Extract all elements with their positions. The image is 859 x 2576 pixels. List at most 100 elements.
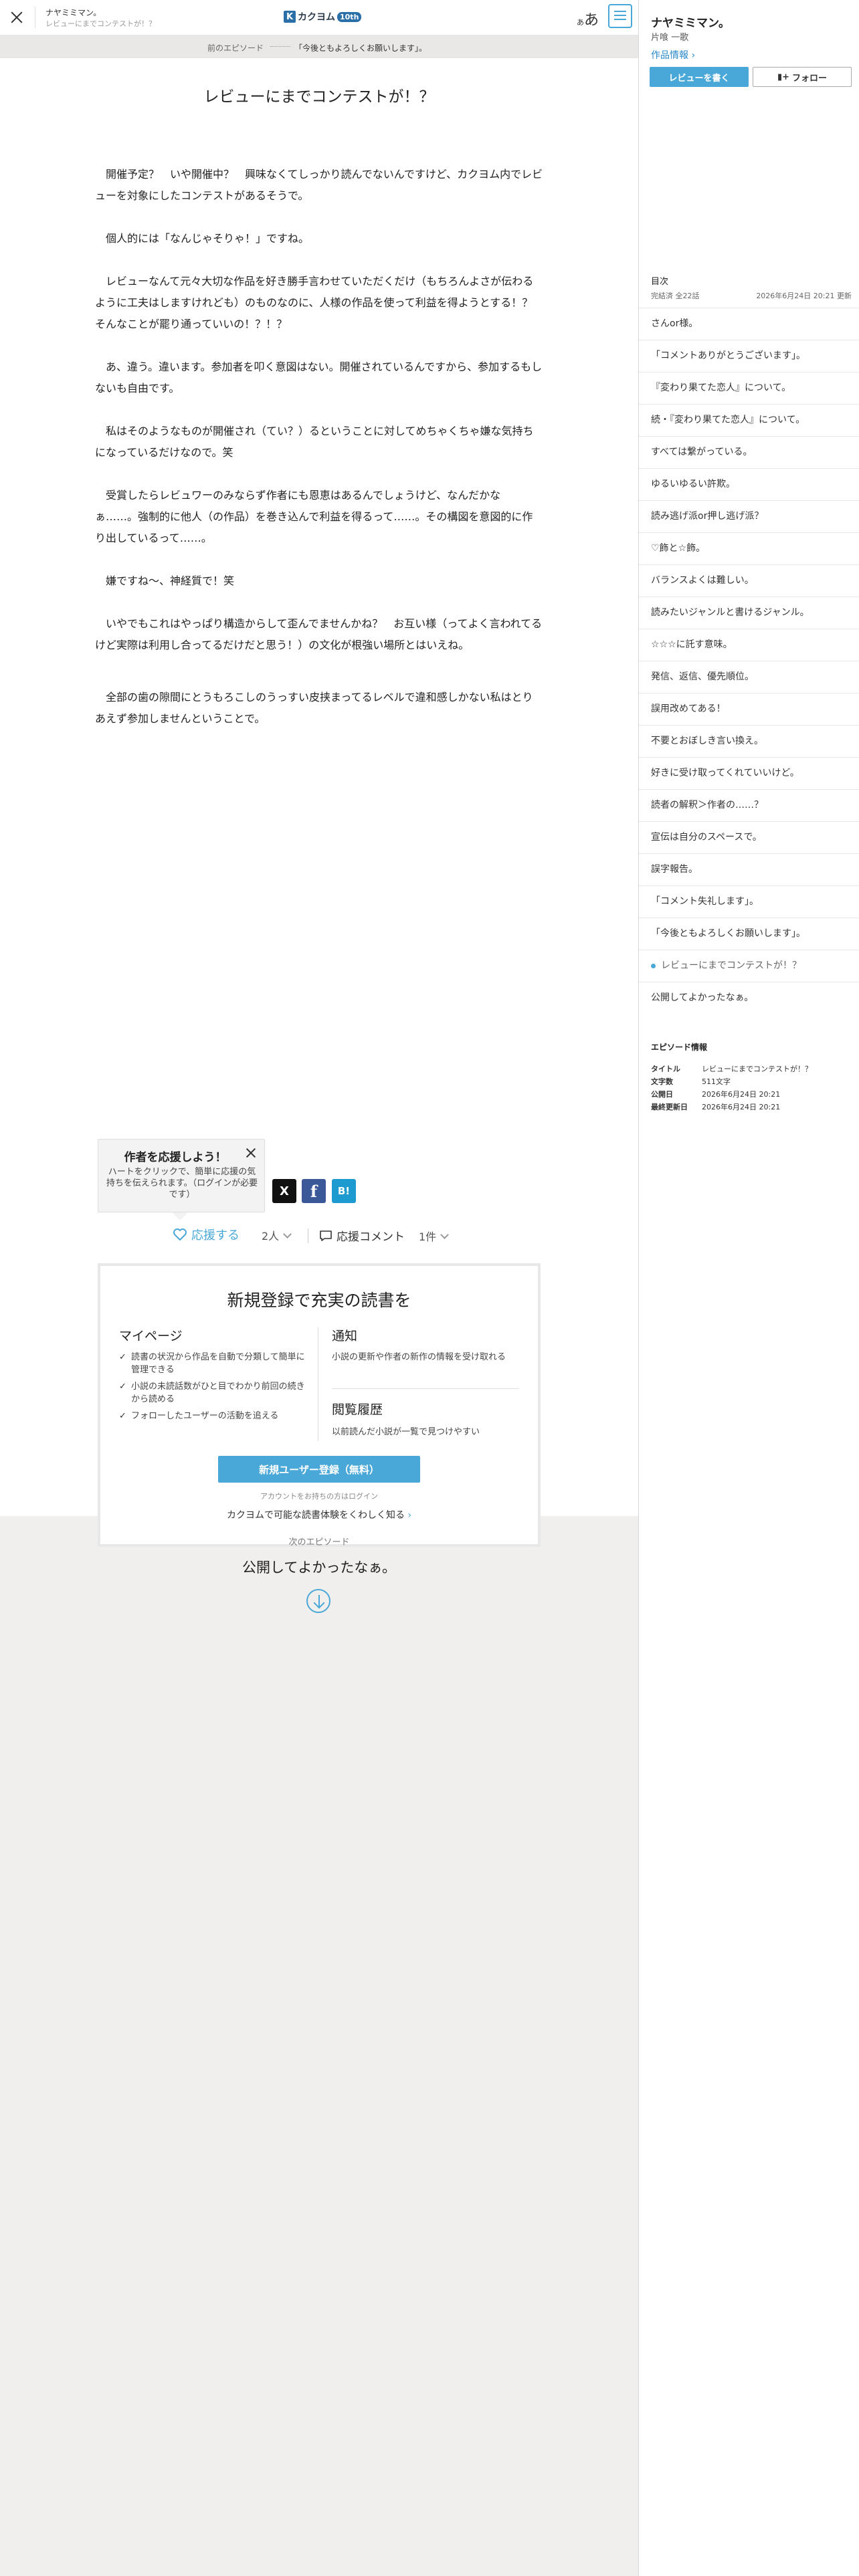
cheer-count-toggle[interactable]: 2人 bbox=[262, 1227, 292, 1243]
write-review-button[interactable]: レビューを書く bbox=[650, 67, 749, 87]
toc-status: 完結済 全22話 bbox=[651, 292, 700, 300]
sidebar: ナヤミミマン。 片喰 一歌 作品情報 › レビューを書く ▮+ フォロー 目次 完… bbox=[638, 0, 859, 2576]
tooltip-tail bbox=[172, 1212, 188, 1220]
learn-more-link[interactable]: カクヨムで可能な読書体験をくわしく知る › bbox=[100, 1508, 538, 1521]
cheer-tooltip: 作者を応援しよう！ ハートをクリックで、簡単に応援の気持ちを伝えられます。（ログ… bbox=[98, 1139, 265, 1220]
bookmark-plus-icon: ▮+ bbox=[777, 72, 790, 82]
prev-dotted-separator bbox=[270, 46, 290, 47]
episode-info-row: 文字数 511文字 bbox=[651, 1077, 731, 1086]
previous-episode-nav[interactable]: 前のエピソード 「今後ともよろしくお願いします」。 bbox=[0, 35, 638, 58]
paragraph: 受賞したらレビュワーのみならず作者にも恩恵はあるんでしょうけど、なんだかなぁ……… bbox=[95, 489, 533, 544]
share-hatena-icon[interactable]: B! bbox=[332, 1179, 356, 1203]
notify-column: 通知 小説の更新や作者の新作の情報を受け取れる bbox=[332, 1326, 519, 1364]
logo-text: カクヨム bbox=[298, 12, 335, 23]
toc-item[interactable]: 読みたいジャンルと書けるジャンル。 bbox=[639, 597, 859, 629]
toc-heading: 目次 bbox=[651, 277, 669, 287]
prev-episode-title[interactable]: 「今後ともよろしくお願いします」。 bbox=[294, 42, 427, 53]
next-episode-title[interactable]: 公開してよかったなぁ。 bbox=[0, 1557, 638, 1577]
chevron-right-icon: › bbox=[407, 1510, 412, 1521]
episode-info-row: 最終更新日 2026年6月24日 20:21 bbox=[651, 1103, 781, 1111]
arrow-down-circle-icon[interactable] bbox=[306, 1589, 330, 1613]
share-x-icon[interactable]: X bbox=[272, 1179, 296, 1203]
toc-item[interactable]: 宣伝は自分のスペースで。 bbox=[639, 821, 859, 853]
paragraph: いやでもこれはやっぱり構造からして歪んでませんかね？ お互い様（ってよく言われて… bbox=[95, 617, 543, 651]
login-link[interactable]: アカウントをお持ちの方はログイン bbox=[100, 1491, 538, 1501]
toc-list: さんor様。 「コメントありがとうございます」。 『変わり果てた恋人』について。 続・… bbox=[639, 308, 859, 1014]
follow-button[interactable]: ▮+ フォロー bbox=[753, 67, 852, 87]
toc-item[interactable]: 「今後ともよろしくお願いします」。 bbox=[639, 918, 859, 950]
toc-meta: 完結済 全22話 2026年6月24日 20:21 更新 bbox=[651, 290, 852, 301]
reading-pane: ナヤミミマン。 レビューにまでコンテストが！？ K カクヨム 10th ああ 前… bbox=[0, 0, 638, 2576]
signup-title: 新規登録で充実の読書を bbox=[227, 1291, 411, 1310]
comment-count: 1件 bbox=[419, 1230, 437, 1243]
paragraph: 全部の歯の隙間にとうもろこしのうっすい皮挟まってるレベルで違和感しかない私はとり… bbox=[95, 691, 533, 725]
toc-item[interactable]: 公開してよかったなぁ。 bbox=[639, 982, 859, 1014]
toc-item[interactable]: ☆☆☆に託す意味。 bbox=[639, 629, 859, 661]
cheer-button[interactable]: 応援する bbox=[173, 1226, 240, 1243]
cheer-count: 2人 bbox=[262, 1230, 280, 1243]
work-info-link[interactable]: 作品情報 › bbox=[651, 48, 695, 62]
toc-item[interactable]: 読み逃げ派or押し逃げ派？ bbox=[639, 500, 859, 532]
toc-item[interactable]: 誤用改めてある！ bbox=[639, 693, 859, 725]
comment-count-toggle[interactable]: 1件 bbox=[419, 1228, 450, 1244]
toc-item[interactable]: 「コメントありがとうございます」。 bbox=[639, 340, 859, 372]
cheer-tooltip-title: 作者を応援しよう！ bbox=[124, 1151, 227, 1164]
logo-mark-icon: K bbox=[284, 11, 296, 23]
cheer-label: 応援する bbox=[191, 1228, 240, 1243]
toc-item[interactable]: 読者の解釈＞作者の……？ bbox=[639, 789, 859, 821]
toc-item[interactable]: ゆるいゆるい許欺。 bbox=[639, 468, 859, 500]
toc-item[interactable]: 誤字報告。 bbox=[639, 853, 859, 885]
header-work-title[interactable]: ナヤミミマン。 bbox=[45, 7, 101, 18]
toc-item[interactable]: 発信、返信、優先順位。 bbox=[639, 661, 859, 693]
menu-line bbox=[614, 19, 626, 20]
cheer-tooltip-body: ハートをクリックで、簡単に応援の気持ちを伝えられます。（ログインが必要です） bbox=[106, 1167, 258, 1200]
next-episode-label: 次のエピソード bbox=[288, 1537, 350, 1547]
history-body: 以前読んだ小説が一覧で見つけやすい bbox=[332, 1427, 480, 1437]
heart-icon bbox=[173, 1228, 187, 1241]
toc-item[interactable]: 好きに受け取ってくれていいけど。 bbox=[639, 757, 859, 789]
paragraph: レビューなんて元々大切な作品を好き勝手言わせていただくだけ（もちろんよさが伝わる… bbox=[95, 275, 544, 330]
mypage-heading: マイページ bbox=[119, 1329, 183, 1344]
menu-line bbox=[614, 11, 626, 12]
episode-info-row: タイトル レビューにまでコンテストが！？ bbox=[651, 1065, 812, 1073]
toc-item[interactable]: 不要とおぼしき言い換え。 bbox=[639, 725, 859, 757]
close-icon[interactable] bbox=[8, 9, 25, 26]
episode-info-heading: エピソード情報 bbox=[651, 1043, 708, 1052]
signup-row-divider bbox=[332, 1388, 519, 1389]
mypage-column: マイページ 読書の状況から作品を自動で分類して簡単に管理できる 小説の未読話数が… bbox=[119, 1326, 306, 1426]
menu-line bbox=[614, 15, 626, 16]
toc-item[interactable]: 続・『変わり果てた恋人』について。 bbox=[639, 404, 859, 436]
toc-item[interactable]: さんor様。 bbox=[639, 308, 859, 340]
episode-title: レビューにまでコンテストが！？ bbox=[203, 88, 435, 106]
header-episode-title: レビューにまでコンテストが！？ bbox=[45, 19, 156, 28]
sidebar-author[interactable]: 片喰 一歌 bbox=[651, 30, 688, 43]
toc-item[interactable]: 「コメント失礼します」。 bbox=[639, 885, 859, 918]
toc-item[interactable]: バランスよくは難しい。 bbox=[639, 564, 859, 597]
toc-item[interactable]: レビューにまでコンテストが！？ bbox=[639, 950, 859, 982]
paragraph: あ、違う。違います。参加者を叩く意図はない。開催されているんですから、参加するも… bbox=[95, 360, 543, 395]
kakuyomu-logo[interactable]: K カクヨム 10th bbox=[284, 9, 362, 24]
close-icon[interactable] bbox=[244, 1146, 258, 1160]
signup-promo-box: 新規登録で充実の読書を マイページ 読書の状況から作品を自動で分類して簡単に管理… bbox=[98, 1263, 541, 1547]
toc-item[interactable]: 『変わり果てた恋人』について。 bbox=[639, 372, 859, 404]
comment-button[interactable]: 応援コメント bbox=[319, 1227, 405, 1244]
sidebar-work-title[interactable]: ナヤミミマン。 bbox=[651, 13, 730, 30]
chevron-down-icon bbox=[440, 1230, 450, 1239]
work-info-label: 作品情報 bbox=[651, 50, 688, 61]
toc-item[interactable]: ♡飾と☆飾。 bbox=[639, 532, 859, 564]
history-column: 閲覧履歴 以前読んだ小説が一覧で見つけやすい bbox=[332, 1400, 519, 1437]
share-facebook-icon[interactable]: f bbox=[302, 1179, 326, 1203]
notify-heading: 通知 bbox=[332, 1329, 358, 1344]
comment-bubble-icon bbox=[320, 1230, 332, 1241]
toc-menu-icon[interactable] bbox=[608, 4, 632, 28]
font-settings-button[interactable]: ああ bbox=[577, 8, 599, 29]
signup-button[interactable]: 新規ユーザー登録（無料） bbox=[218, 1456, 420, 1483]
font-glyph: あ bbox=[584, 12, 599, 29]
toc-item[interactable]: すべては繋がっている。 bbox=[639, 436, 859, 468]
mypage-feature: 読書の状況から作品を自動で分類して簡単に管理できる bbox=[119, 1351, 306, 1376]
logo-badge: 10th bbox=[337, 11, 362, 22]
chevron-down-icon bbox=[283, 1230, 292, 1239]
paragraph: 私はそのようなものが開催され（てい？）るということに対してめちゃくちゃ嫌な気持ち… bbox=[95, 425, 534, 459]
mypage-feature: 小説の未読話数がひと目でわかり前回の続きから読める bbox=[119, 1380, 306, 1406]
history-heading: 閲覧履歴 bbox=[332, 1402, 383, 1417]
